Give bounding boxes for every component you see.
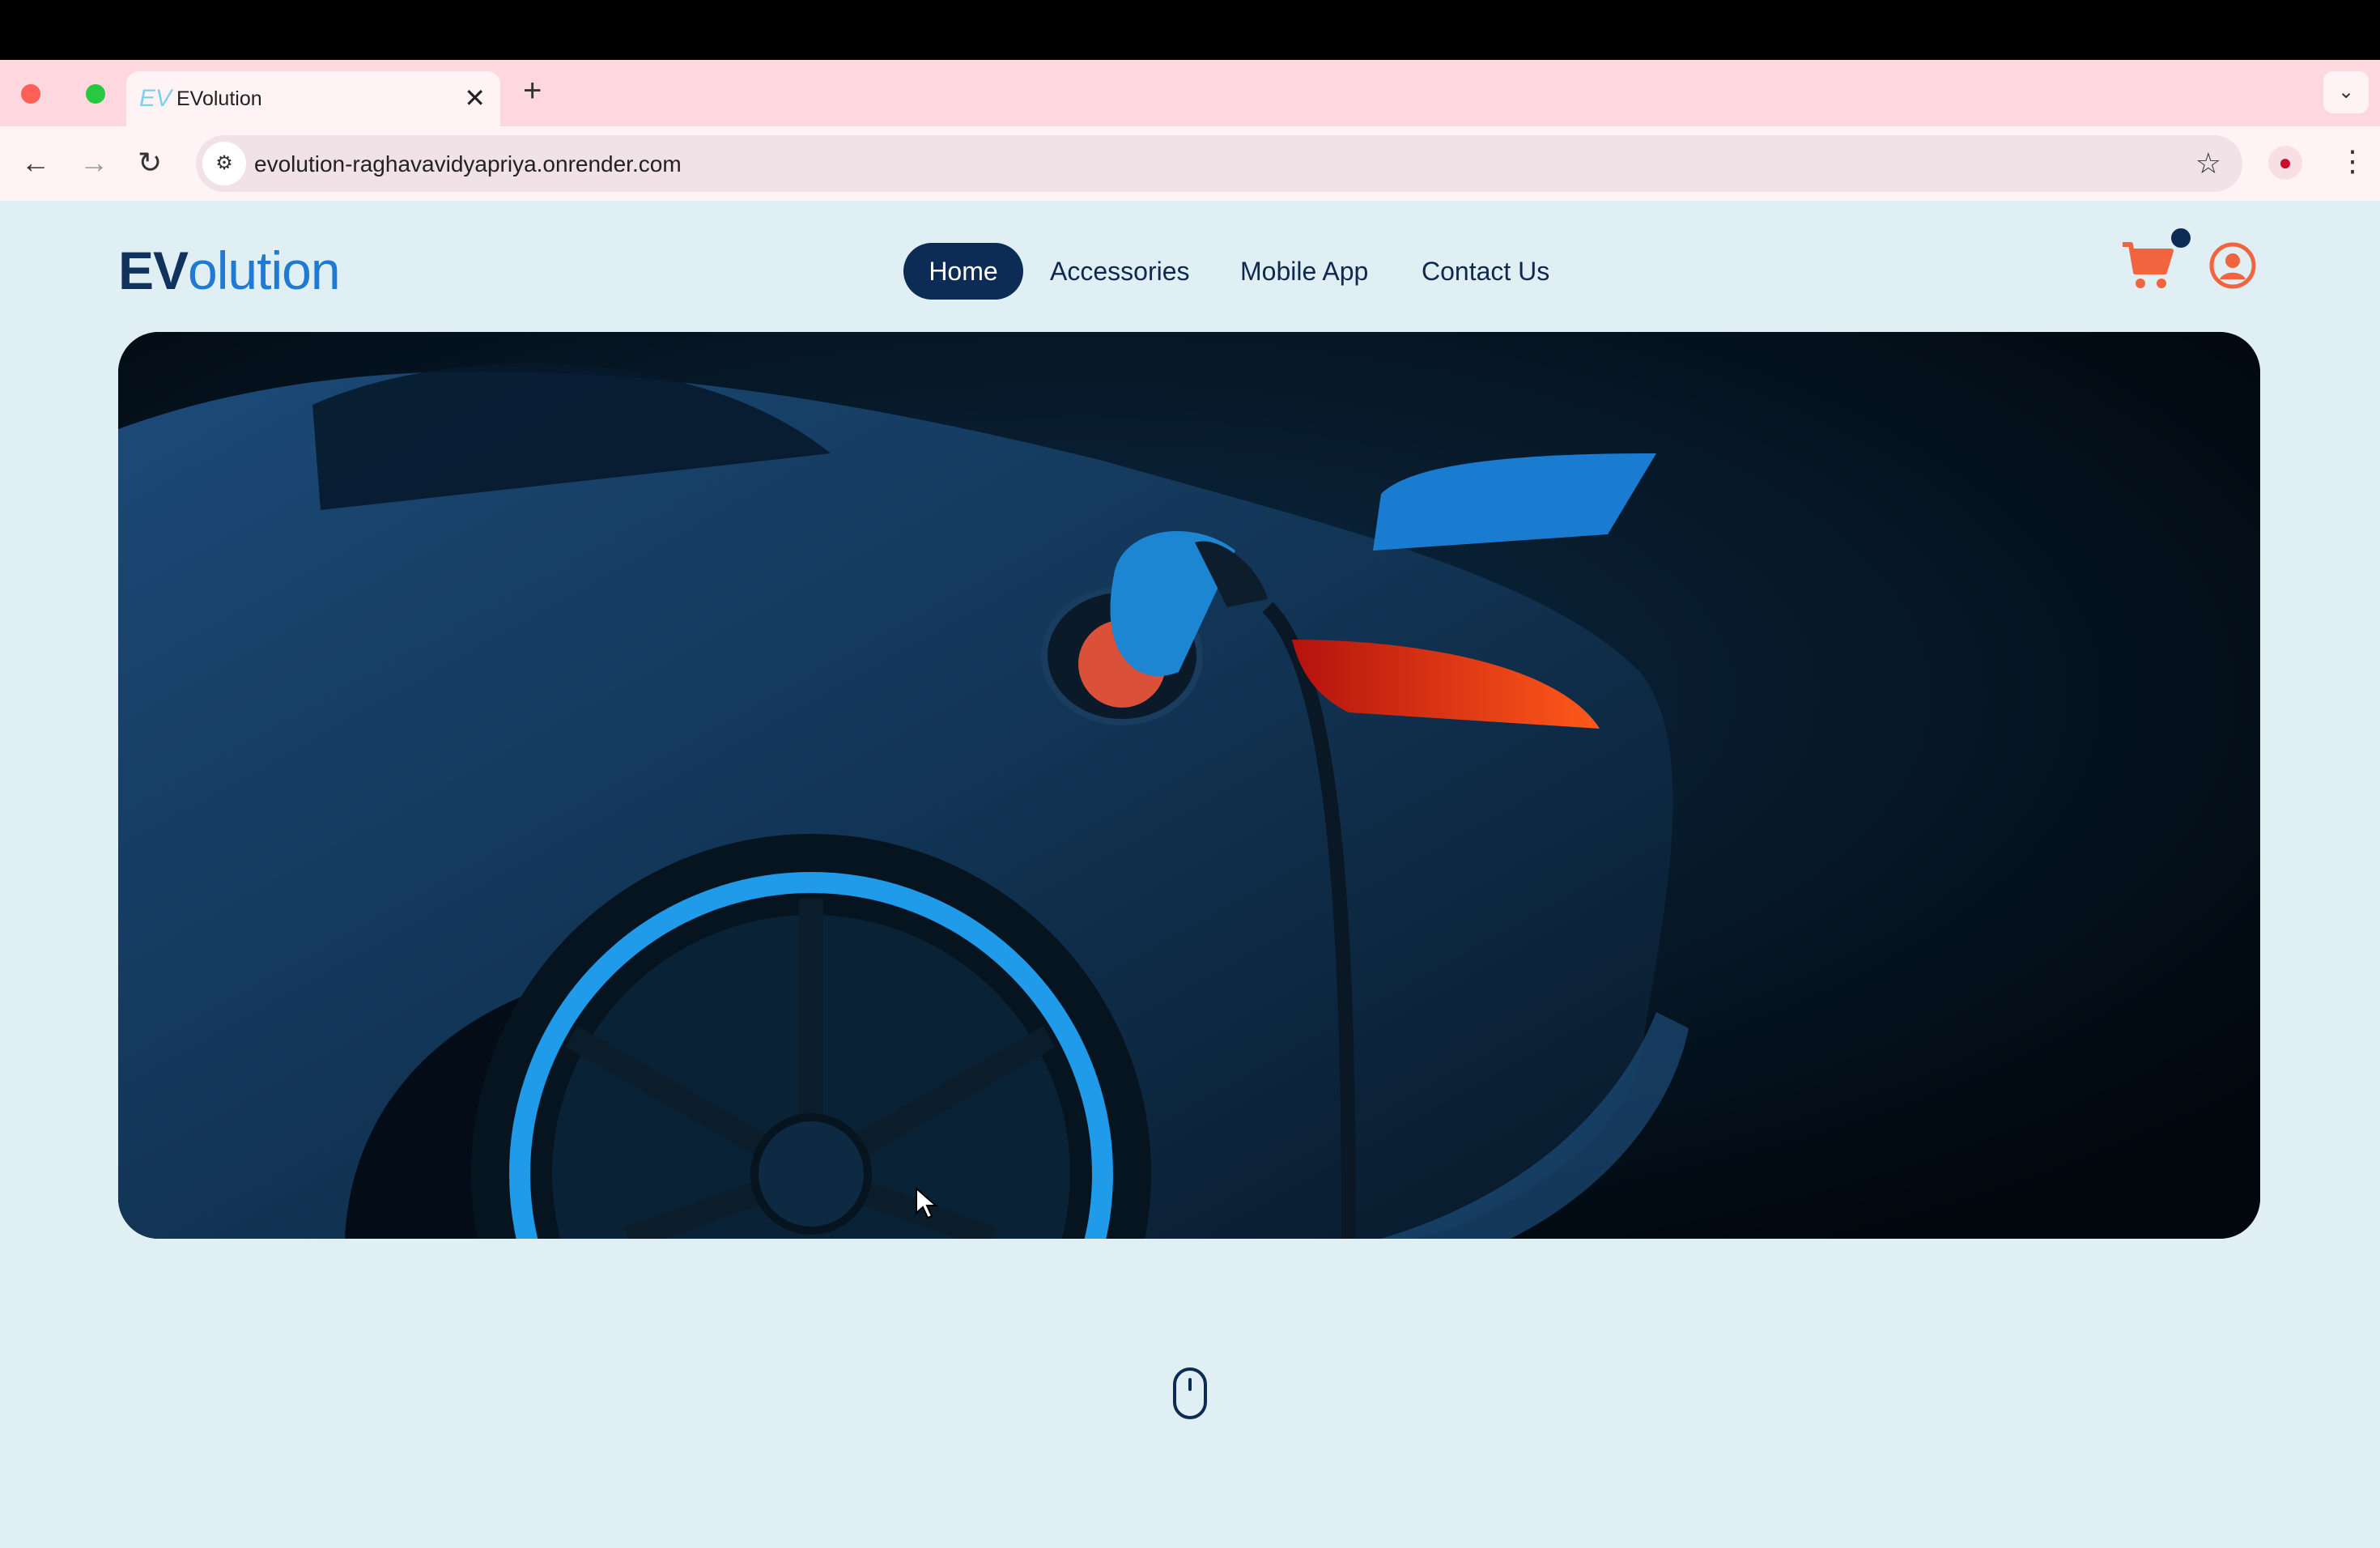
back-arrow-icon[interactable]: ← — [21, 146, 50, 180]
browser-tab-active[interactable]: EV EVolution ✕ — [126, 71, 500, 126]
menu-kebab-icon[interactable]: ⋮ — [2338, 144, 2367, 178]
electric-car-charging-image — [118, 332, 2260, 1239]
nav-item-home[interactable]: Home — [903, 243, 1023, 300]
nav-item-accessories[interactable]: Accessories — [1050, 243, 1190, 300]
site-info-icon[interactable]: ⚙ — [202, 142, 246, 185]
reload-icon[interactable]: ↻ — [138, 146, 162, 180]
menu-bar-strip — [0, 0, 2380, 60]
logo-part-olution: olution — [188, 240, 340, 300]
close-icon[interactable]: ✕ — [464, 83, 486, 113]
hero-banner — [118, 332, 2260, 1239]
shopping-cart-icon[interactable] — [2121, 240, 2174, 291]
window-close-button[interactable] — [21, 84, 40, 104]
nav-item-mobile-app[interactable]: Mobile App — [1240, 243, 1368, 300]
address-bar[interactable]: ⚙ evolution-raghavavidyapriya.onrender.c… — [196, 135, 2242, 192]
favicon-icon: EV — [139, 85, 172, 112]
mouse-pointer-icon — [916, 1187, 937, 1219]
forward-arrow-icon[interactable]: → — [79, 146, 108, 180]
site-logo[interactable]: EVolution — [118, 240, 341, 301]
profile-icon[interactable]: ● — [2268, 146, 2302, 180]
page-content: EVolution Home Accessories Mobile App Co… — [0, 201, 2380, 1548]
bookmark-star-icon[interactable]: ☆ — [2195, 147, 2221, 181]
window-zoom-button[interactable] — [86, 84, 105, 104]
cart-badge-dot — [2171, 228, 2191, 248]
url-text[interactable]: evolution-raghavavidyapriya.onrender.com — [254, 151, 682, 177]
plus-icon[interactable]: + — [523, 73, 542, 109]
user-account-icon[interactable] — [2208, 241, 2257, 290]
logo-part-ev: EV — [118, 240, 189, 300]
tab-title: EVolution — [176, 87, 262, 110]
mouse-scroll-icon[interactable] — [1172, 1367, 1208, 1420]
tab-search-chevron-icon[interactable]: ⌄ — [2323, 71, 2369, 113]
nav-item-contact-us[interactable]: Contact Us — [1422, 243, 1549, 300]
